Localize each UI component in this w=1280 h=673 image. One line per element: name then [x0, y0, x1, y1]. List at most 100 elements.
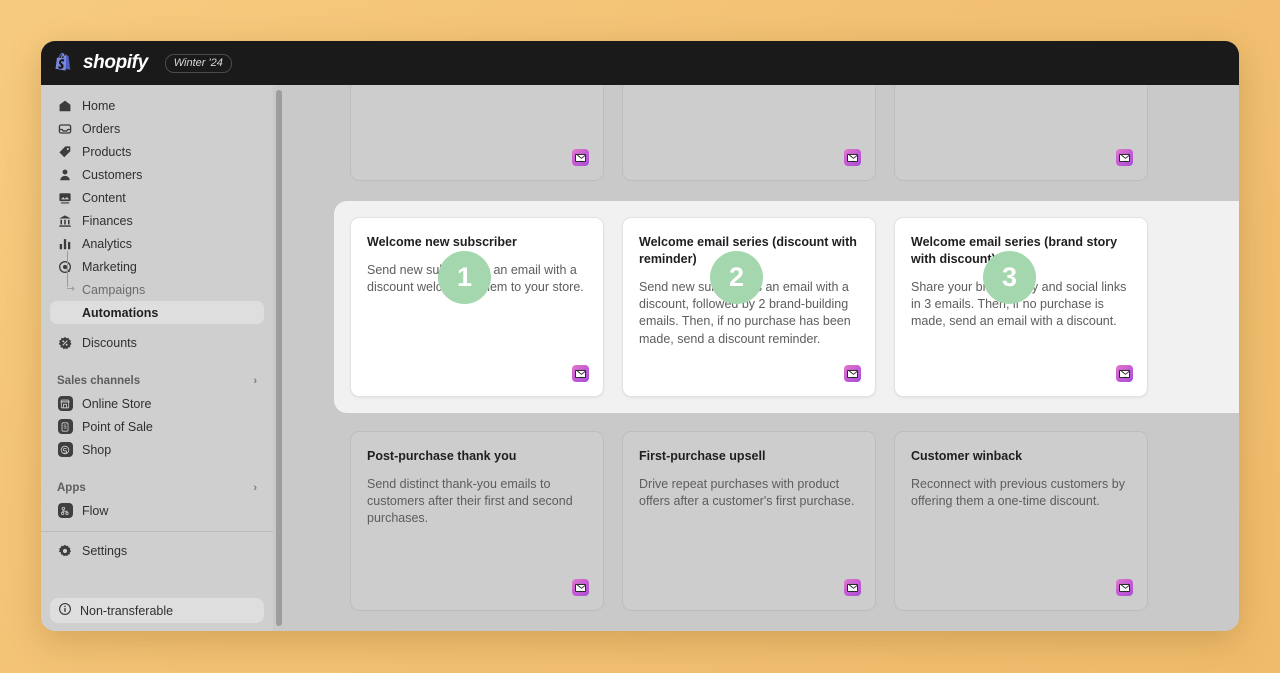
sidebar-item-automations[interactable]: Automations: [50, 301, 264, 324]
template-card[interactable]: Welcome new subscriber Send new subscrib…: [350, 217, 604, 397]
template-card[interactable]: Drive customers back to your store to co…: [350, 85, 604, 181]
template-card[interactable]: Welcome email series (discount with remi…: [622, 217, 876, 397]
card-description: Send distinct thank-you emails to custom…: [367, 476, 573, 526]
template-card[interactable]: Remind customers they left items in thei…: [622, 85, 876, 181]
sidebar-item-discounts[interactable]: Discounts: [50, 331, 264, 354]
card-title: First-purchase upsell: [639, 449, 766, 463]
sidebar-item-finances[interactable]: Finances: [50, 209, 264, 232]
shopify-wordmark: shopify: [83, 52, 148, 73]
main-content: Drive customers back to your store to co…: [273, 85, 1239, 631]
sidebar-divider: [41, 531, 273, 532]
sidebar-item-analytics[interactable]: Analytics: [50, 232, 264, 255]
submenu-arrow-icon: [67, 286, 75, 291]
sidebar-item-home[interactable]: Home: [50, 94, 264, 117]
storefront-icon: [57, 396, 73, 411]
sidebar-item-label: Orders: [82, 121, 121, 136]
template-card[interactable]: Post-purchase thank you Send distinct th…: [350, 431, 604, 611]
person-icon: [57, 168, 73, 182]
card-description: Reconnect with previous customers by off…: [911, 476, 1125, 509]
card-title: Post-purchase thank you: [367, 449, 517, 463]
marketing-group: Marketing Campaigns Automations: [41, 251, 273, 324]
sidebar-subitem-label: Automations: [82, 305, 159, 320]
submenu-connector-line: [67, 251, 68, 287]
sidebar-item-orders[interactable]: Orders: [50, 117, 264, 140]
email-icon: [1116, 579, 1133, 596]
card-title: Customer winback: [911, 449, 1023, 463]
sidebar: Home Orders Products Customers Content F…: [41, 85, 273, 631]
shopify-brand[interactable]: shopify Winter '24: [55, 52, 232, 74]
section-title: Apps: [57, 482, 86, 494]
scrollbar-thumb[interactable]: [276, 90, 282, 626]
step-number-badge: 3: [983, 251, 1036, 304]
season-badge: Winter '24: [164, 53, 232, 73]
sidebar-subitem-label: Campaigns: [82, 282, 146, 297]
sidebar-item-label: Finances: [82, 213, 133, 228]
info-icon: [58, 602, 72, 619]
sidebar-item-label: Flow: [82, 503, 109, 518]
email-icon: [1116, 365, 1133, 382]
automation-template-grid: Drive customers back to your store to co…: [334, 85, 1239, 631]
bank-icon: [57, 214, 73, 228]
sidebar-item-online-store[interactable]: Online Store: [50, 392, 264, 415]
template-row: Drive customers back to your store to co…: [350, 85, 1239, 181]
email-icon: [572, 579, 589, 596]
bar-chart-icon: [57, 237, 73, 251]
template-card[interactable]: Welcome email series (brand story with d…: [894, 217, 1148, 397]
sidebar-item-label: Home: [82, 98, 116, 113]
template-card[interactable]: First-purchase upsell Drive repeat purch…: [622, 431, 876, 611]
sidebar-item-products[interactable]: Products: [50, 140, 264, 163]
sidebar-item-label: Marketing: [82, 259, 137, 274]
email-icon: [572, 149, 589, 166]
card-title: Welcome new subscriber: [367, 235, 517, 249]
template-card[interactable]: Engage customers who viewed a product pa…: [894, 85, 1148, 181]
target-icon: [57, 260, 73, 274]
card-description: Drive repeat purchases with product offe…: [639, 476, 855, 509]
non-transferable-label: Non-transferable: [80, 603, 174, 618]
section-apps[interactable]: Apps ›: [50, 477, 264, 499]
non-transferable-badge[interactable]: Non-transferable: [50, 598, 264, 623]
sidebar-item-label: Discounts: [82, 335, 137, 350]
shopify-logo-icon: [55, 52, 75, 74]
gear-icon: [57, 544, 73, 558]
sidebar-item-label: Products: [82, 144, 132, 159]
section-sales-channels[interactable]: Sales channels ›: [50, 370, 264, 392]
chevron-right-icon: ›: [253, 482, 257, 494]
sidebar-item-label: Shop: [82, 442, 112, 457]
content-icon: [57, 191, 73, 205]
template-row-highlighted: Welcome new subscriber Send new subscrib…: [334, 201, 1239, 413]
sidebar-item-shop[interactable]: Shop: [50, 438, 264, 461]
step-number-badge: 1: [438, 251, 491, 304]
sidebar-item-content[interactable]: Content: [50, 186, 264, 209]
sidebar-item-label: Customers: [82, 167, 143, 182]
sidebar-item-label: Settings: [82, 543, 128, 558]
email-icon: [572, 365, 589, 382]
template-row: Post-purchase thank you Send distinct th…: [350, 431, 1239, 611]
sidebar-item-label: Online Store: [82, 396, 152, 411]
sidebar-item-label: Point of Sale: [82, 419, 153, 434]
sidebar-item-label: Analytics: [82, 236, 133, 251]
pos-icon: $: [57, 419, 73, 434]
step-number-badge: 2: [710, 251, 763, 304]
email-icon: [1116, 149, 1133, 166]
chevron-right-icon: ›: [253, 375, 257, 387]
sidebar-item-campaigns[interactable]: Campaigns: [50, 278, 264, 301]
sidebar-item-label: Content: [82, 190, 126, 205]
shop-icon: [57, 442, 73, 457]
home-icon: [57, 99, 73, 113]
section-title: Sales channels: [57, 375, 141, 387]
discount-icon: [57, 336, 73, 350]
template-card[interactable]: Customer winback Reconnect with previous…: [894, 431, 1148, 611]
svg-text:$: $: [63, 424, 66, 430]
content-scrollbar[interactable]: [274, 87, 283, 629]
tag-icon: [57, 145, 73, 159]
email-icon: [844, 149, 861, 166]
sidebar-item-settings[interactable]: Settings: [50, 539, 264, 562]
sidebar-item-customers[interactable]: Customers: [50, 163, 264, 186]
sidebar-item-point-of-sale[interactable]: $ Point of Sale: [50, 415, 264, 438]
email-icon: [844, 365, 861, 382]
sidebar-item-marketing[interactable]: Marketing: [50, 255, 264, 278]
top-bar: shopify Winter '24: [41, 41, 1239, 85]
sidebar-item-flow[interactable]: Flow: [50, 499, 264, 522]
orders-icon: [57, 122, 73, 136]
email-icon: [844, 579, 861, 596]
